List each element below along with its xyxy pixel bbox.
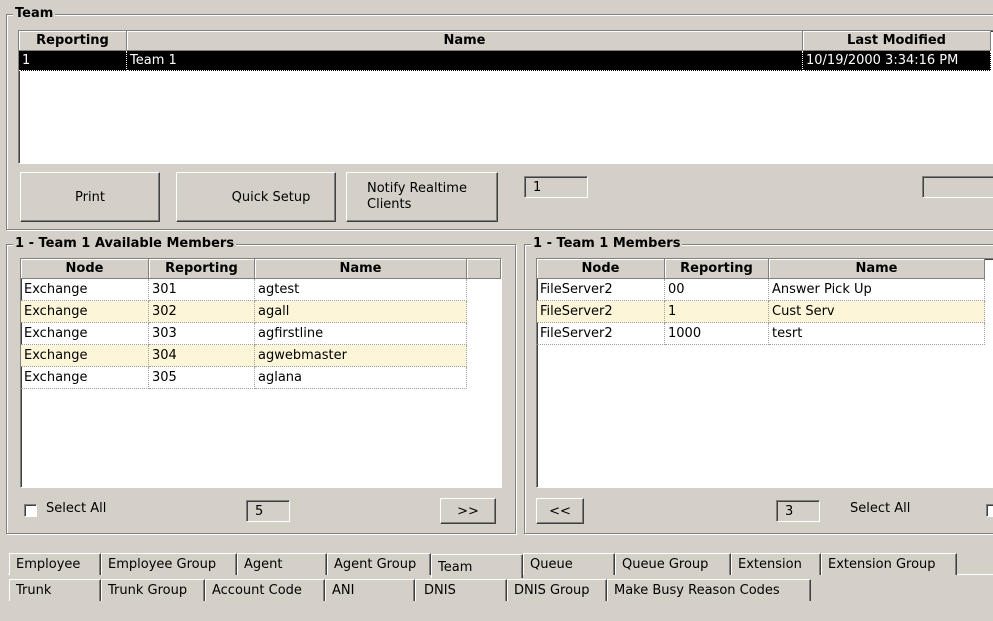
tab-trunk[interactable]: Trunk xyxy=(9,579,101,601)
tab-extension[interactable]: Extension xyxy=(731,553,821,575)
team-members-table[interactable]: Node Reporting Name FileServer2 00 Answe… xyxy=(536,258,993,488)
cell-reporting: 1000 xyxy=(665,323,769,345)
print-button[interactable]: Print xyxy=(20,172,160,222)
team-members-title: 1 - Team 1 Members xyxy=(531,236,683,252)
available-members-title: 1 - Team 1 Available Members xyxy=(13,236,237,252)
col-header-reporting[interactable]: Reporting xyxy=(149,259,255,279)
notify-label: Notify Realtime Clients xyxy=(367,181,467,212)
col-header-reporting[interactable]: Reporting xyxy=(19,31,127,51)
table-row[interactable]: FileServer2 1000 tesrt xyxy=(537,323,985,345)
table-row[interactable]: Exchange 301 agtest xyxy=(21,279,467,301)
cell-reporting: 303 xyxy=(149,323,255,345)
available-select-all-label: Select All xyxy=(46,501,107,516)
tab-account-code[interactable]: Account Code xyxy=(205,579,325,601)
tab-queue[interactable]: Queue xyxy=(523,553,615,575)
cell-name: Team 1 xyxy=(127,51,803,71)
col-header-node[interactable]: Node xyxy=(21,259,149,279)
cell-reporting: 304 xyxy=(149,345,255,367)
tab-dnis-group[interactable]: DNIS Group xyxy=(507,579,607,601)
col-header-last-modified[interactable]: Last Modified xyxy=(803,31,991,51)
cell-reporting: 1 xyxy=(665,301,769,323)
col-header-filler xyxy=(467,259,501,279)
cell-node: Exchange xyxy=(21,323,149,345)
cell-name: Answer Pick Up xyxy=(769,279,985,301)
print-label: Print xyxy=(75,189,105,205)
cell-name: aglana xyxy=(255,367,467,389)
remove-members-button[interactable]: << xyxy=(536,498,584,524)
remove-members-label: << xyxy=(549,503,571,519)
col-header-node[interactable]: Node xyxy=(537,259,665,279)
cell-reporting: 305 xyxy=(149,367,255,389)
cell-name: agfirstline xyxy=(255,323,467,345)
table-row[interactable]: Exchange 305 aglana xyxy=(21,367,467,389)
cell-node: Exchange xyxy=(21,345,149,367)
table-row[interactable]: Exchange 302 agall xyxy=(21,301,467,323)
cell-node: FileServer2 xyxy=(537,323,665,345)
tab-ani[interactable]: ANI xyxy=(325,579,415,601)
cell-node: Exchange xyxy=(21,367,149,389)
available-select-all-checkbox[interactable] xyxy=(24,504,37,517)
notify-realtime-clients-button[interactable]: Notify Realtime Clients xyxy=(346,172,498,222)
table-row[interactable]: Exchange 303 agfirstline xyxy=(21,323,467,345)
col-header-name[interactable]: Name xyxy=(255,259,467,279)
cell-name: tesrt xyxy=(769,323,985,345)
available-count-field: 5 xyxy=(246,500,290,522)
tab-make-busy-reason-codes[interactable]: Make Busy Reason Codes xyxy=(607,579,811,601)
add-members-label: >> xyxy=(457,503,479,519)
tab-queue-group[interactable]: Queue Group xyxy=(615,553,731,575)
cell-name: agwebmaster xyxy=(255,345,467,367)
cell-name: Cust Serv xyxy=(769,301,985,323)
team-group-title: Team xyxy=(13,6,56,22)
cell-name: agtest xyxy=(255,279,467,301)
cell-reporting: 302 xyxy=(149,301,255,323)
tab-agent[interactable]: Agent xyxy=(237,553,327,575)
quick-setup-label: Quick Setup xyxy=(231,189,311,205)
table-row[interactable]: 1 Team 1 10/19/2000 3:34:16 PM xyxy=(19,51,991,71)
members-select-all-label: Select All xyxy=(850,501,911,516)
tab-employee[interactable]: Employee xyxy=(9,553,101,575)
members-select-all-checkbox[interactable] xyxy=(986,504,993,517)
team-table[interactable]: Reporting Name Last Modified 1 Team 1 10… xyxy=(18,30,993,164)
tab-extension-group[interactable]: Extension Group xyxy=(821,553,957,575)
tab-agent-group[interactable]: Agent Group xyxy=(327,553,431,575)
table-row[interactable]: FileServer2 1 Cust Serv xyxy=(537,301,985,323)
table-row[interactable]: FileServer2 00 Answer Pick Up xyxy=(537,279,985,301)
add-members-button[interactable]: >> xyxy=(440,498,496,524)
col-header-reporting[interactable]: Reporting xyxy=(665,259,769,279)
cell-reporting: 00 xyxy=(665,279,769,301)
available-members-table[interactable]: Node Reporting Name Exchange 301 agtest … xyxy=(20,258,502,488)
col-header-name[interactable]: Name xyxy=(127,31,803,51)
cell-node: Exchange xyxy=(21,301,149,323)
quick-setup-button[interactable]: Quick Setup xyxy=(176,172,336,222)
team-count-field: 1 xyxy=(524,176,588,198)
tab-dnis[interactable]: DNIS xyxy=(415,579,507,601)
cell-node: Exchange xyxy=(21,279,149,301)
cell-reporting: 301 xyxy=(149,279,255,301)
cell-reporting: 1 xyxy=(19,51,127,71)
cell-last-modified: 10/19/2000 3:34:16 PM xyxy=(803,51,991,71)
table-row[interactable]: Exchange 304 agwebmaster xyxy=(21,345,467,367)
tab-employee-group[interactable]: Employee Group xyxy=(101,553,237,575)
team-extra-field xyxy=(922,176,993,198)
cell-name: agall xyxy=(255,301,467,323)
tab-team[interactable]: Team xyxy=(431,554,523,578)
members-count-field: 3 xyxy=(776,500,820,522)
cell-node: FileServer2 xyxy=(537,279,665,301)
col-header-name[interactable]: Name xyxy=(769,259,985,279)
tab-trunk-group[interactable]: Trunk Group xyxy=(101,579,205,601)
cell-node: FileServer2 xyxy=(537,301,665,323)
